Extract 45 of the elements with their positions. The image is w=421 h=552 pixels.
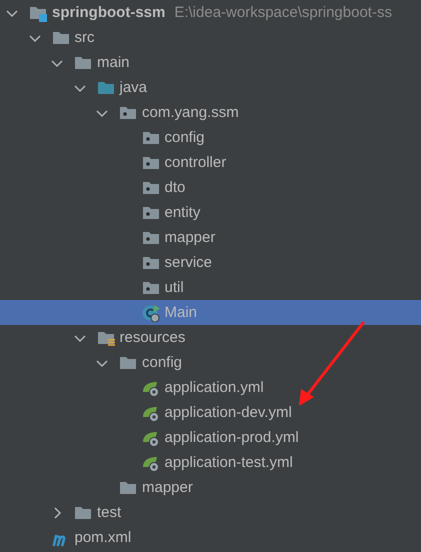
tree-item-label: src [74, 29, 94, 46]
tree-row[interactable]: com.yang.ssm [0, 100, 421, 125]
tree-item-label: service [164, 254, 212, 271]
tree-item-label: mapper [142, 479, 193, 496]
tree-item-label: pom.xml [74, 529, 132, 546]
tree-item-label: config [142, 354, 182, 371]
tree-item-label: util [164, 279, 184, 296]
tree-item-label: com.yang.ssm [142, 104, 239, 121]
tree-item-label: mapper [164, 229, 216, 246]
tree-row[interactable]: test [0, 500, 421, 525]
tree-row[interactable]: mapper [0, 225, 421, 250]
tree-item-label: application-dev.yml [164, 404, 292, 421]
tree-item-label: java [120, 79, 148, 96]
tree-row[interactable]: mapper [0, 475, 421, 500]
class-icon [142, 304, 160, 322]
tree-item-label: resources [120, 329, 186, 346]
tree-row[interactable]: resources [0, 325, 421, 350]
tree-item-label: springboot-ssm [52, 4, 166, 21]
tree-row[interactable]: service [0, 250, 421, 275]
tree-item-label: main [97, 54, 130, 71]
tree-row[interactable]: dto [0, 175, 421, 200]
tree-row[interactable]: config [0, 125, 421, 150]
tree-row[interactable]: application-prod.yml [0, 425, 421, 450]
tree-row[interactable]: application-dev.yml [0, 400, 421, 425]
tree-row[interactable]: main [0, 50, 421, 75]
tree-item-label: controller [164, 154, 226, 171]
tree-item-label: Main [164, 304, 198, 321]
tree-row[interactable]: src [0, 25, 421, 50]
tree-row[interactable]: controller [0, 150, 421, 175]
tree-row[interactable]: config [0, 350, 421, 375]
tree-item-label: entity [164, 204, 200, 221]
tree-row[interactable]: util [0, 275, 421, 300]
tree-row[interactable]: application.yml [0, 375, 421, 400]
tree-item-label: dto [164, 179, 186, 196]
tree-item-label: application-test.yml [164, 454, 293, 471]
tree-row[interactable]: springboot-ssm E:\idea-workspace\springboot-ss [0, 0, 421, 25]
tree-item-label: application.yml [164, 379, 264, 396]
tree-row[interactable]: java [0, 75, 421, 100]
module-path: E:\idea-workspace\springboot-ss [174, 4, 392, 21]
tree-item-label: config [164, 129, 205, 146]
tree-row[interactable]: application-test.yml [0, 450, 421, 475]
tree-row[interactable]: pom.xml [0, 525, 421, 550]
tree-item-label: application-prod.yml [164, 429, 299, 446]
tree-row[interactable]: entity [0, 200, 421, 225]
tree-item-label: test [97, 504, 122, 521]
